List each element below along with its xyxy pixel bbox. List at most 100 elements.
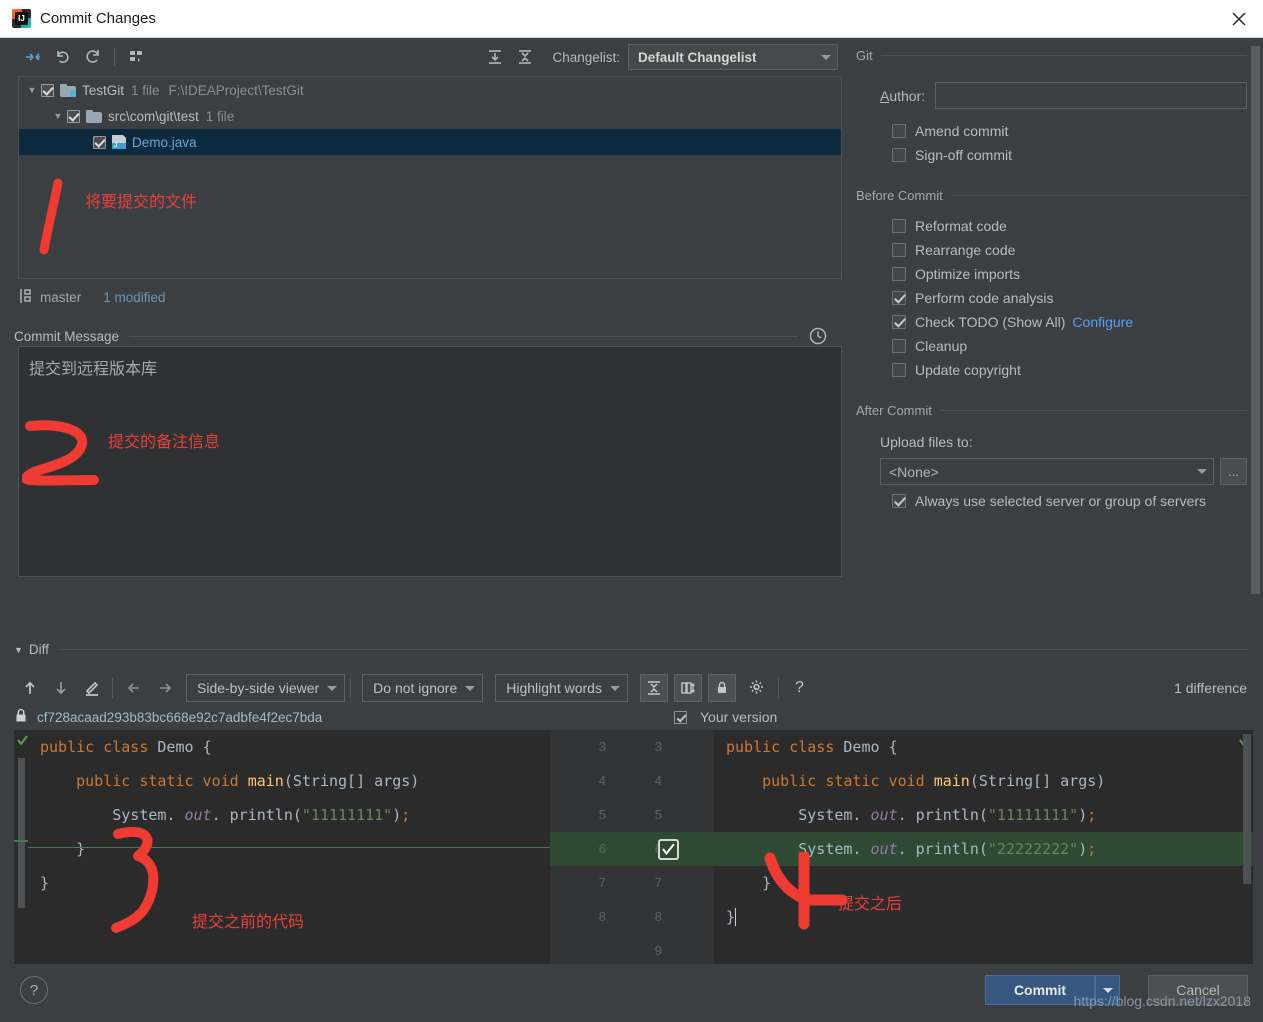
- diff-version-bar: cf728acaad293b83bc668e92c7adbfe4f2ec7bda…: [14, 704, 1253, 730]
- commit-message-input[interactable]: 提交到远程版本库: [18, 346, 842, 577]
- chevron-down-icon: [1102, 987, 1113, 993]
- new-line-number: 9: [654, 943, 662, 958]
- line-number-row: 44: [550, 764, 714, 798]
- signoff-commit-option[interactable]: Sign-off commit: [892, 147, 1247, 163]
- reformat-code-option[interactable]: Reformat code: [892, 218, 1247, 234]
- next-difference-icon[interactable]: [45, 673, 76, 703]
- chevron-down-icon[interactable]: ▼: [14, 645, 23, 655]
- show-diff-icon[interactable]: [18, 43, 48, 71]
- line-number-row: 9: [550, 934, 714, 968]
- diff-settings-gear-icon[interactable]: [742, 673, 773, 703]
- changes-pane: Changelist: Default Changelist ▼ TestGit…: [0, 38, 846, 604]
- commit-message-title: Commit Message: [14, 328, 120, 344]
- changelist-dropdown[interactable]: Default Changelist: [628, 44, 838, 70]
- chevron-down-icon[interactable]: ▼: [23, 85, 41, 95]
- cleanup-checkbox[interactable]: [892, 339, 906, 353]
- browse-server-button[interactable]: ...: [1220, 458, 1247, 485]
- tree-item-label: src\com\git\test: [108, 108, 199, 124]
- code-line: }: [726, 908, 737, 926]
- cleanup-option[interactable]: Cleanup: [892, 338, 1247, 354]
- check-todo-checkbox[interactable]: [892, 315, 906, 329]
- your-version-checkbox[interactable]: [674, 710, 687, 724]
- read-only-lock-icon[interactable]: [707, 674, 736, 702]
- left-editor-scrollbar-thumb[interactable]: [18, 758, 25, 908]
- perform-code-analysis-option[interactable]: Perform code analysis: [892, 290, 1247, 306]
- options-scrollbar[interactable]: [1251, 46, 1260, 598]
- apply-left-icon[interactable]: [118, 673, 149, 703]
- expand-all-icon[interactable]: [480, 43, 510, 71]
- group-by-icon[interactable]: [121, 43, 151, 71]
- window-title-bar: IJ Commit Changes: [0, 0, 1263, 38]
- ignore-mode-dropdown[interactable]: Do not ignore: [362, 674, 484, 702]
- viewer-mode-dropdown[interactable]: Side-by-side viewer: [186, 674, 346, 702]
- history-clock-icon[interactable]: [808, 326, 828, 346]
- check-todo-option[interactable]: Check TODO (Show All) Configure: [892, 314, 1247, 330]
- diff-left-editor[interactable]: public class Demo { public static void m…: [14, 730, 550, 998]
- amend-commit-checkbox[interactable]: [892, 124, 906, 138]
- reformat-code-checkbox[interactable]: [892, 219, 906, 233]
- changelist-group: Changelist: Default Changelist: [480, 43, 846, 71]
- amend-commit-option[interactable]: Amend commit: [892, 123, 1247, 139]
- collapse-all-icon[interactable]: [510, 43, 540, 71]
- always-use-server-checkbox[interactable]: [892, 494, 906, 508]
- diff-right-editor[interactable]: public class Demo { public static void m…: [714, 730, 1253, 998]
- always-use-server-label: Always use selected server or group of s…: [915, 493, 1207, 509]
- right-editor-vscrollbar[interactable]: [1243, 734, 1251, 884]
- changed-files-tree[interactable]: ▼ TestGit 1 file F:\IDEAProject\TestGit …: [18, 76, 842, 279]
- highlight-mode-dropdown[interactable]: Highlight words: [495, 674, 628, 702]
- old-line-number: 6: [598, 841, 606, 856]
- code-line: System. out. println("22222222");: [714, 832, 1253, 866]
- close-icon[interactable]: [1215, 0, 1263, 38]
- optimize-imports-checkbox[interactable]: [892, 267, 906, 281]
- signoff-commit-checkbox[interactable]: [892, 148, 906, 162]
- code-line: }: [40, 874, 50, 892]
- help-button[interactable]: ?: [20, 976, 48, 1004]
- update-copyright-checkbox[interactable]: [892, 363, 906, 377]
- accept-change-checkbox[interactable]: [658, 839, 679, 860]
- annotation-label-1: 将要提交的文件: [85, 192, 198, 211]
- apply-right-icon[interactable]: [149, 673, 180, 703]
- synchronize-scrolling-icon[interactable]: [673, 674, 702, 702]
- perform-code-analysis-label: Perform code analysis: [915, 290, 1054, 306]
- edit-source-icon[interactable]: [76, 673, 107, 703]
- divider: [939, 410, 1247, 411]
- tree-row[interactable]: ▼ src\com\git\test 1 file: [19, 103, 841, 129]
- help-question-icon[interactable]: ?: [784, 673, 815, 703]
- tree-checkbox[interactable]: [67, 109, 80, 123]
- refresh-icon[interactable]: [78, 43, 108, 71]
- tree-checkbox[interactable]: [93, 135, 106, 149]
- update-copyright-option[interactable]: Update copyright: [892, 362, 1247, 378]
- before-commit-group-header: Before Commit: [856, 188, 1247, 203]
- scrollbar-thumb[interactable]: [1251, 46, 1260, 594]
- collapse-unchanged-icon[interactable]: [639, 674, 668, 702]
- branch-bar: master 1 modified: [18, 288, 166, 307]
- line-number-row: 77: [550, 866, 714, 900]
- optimize-imports-option[interactable]: Optimize imports: [892, 266, 1247, 282]
- code-line: System. out. println("11111111");: [40, 806, 411, 824]
- perform-code-analysis-checkbox[interactable]: [892, 291, 906, 305]
- revision-hash: cf728acaad293b83bc668e92c7adbfe4f2ec7bda: [37, 709, 323, 725]
- project-folder-icon: [60, 83, 76, 97]
- upload-files-label: Upload files to:: [880, 434, 973, 450]
- tree-row[interactable]: ▼ TestGit 1 file F:\IDEAProject\TestGit: [19, 77, 841, 103]
- annotation-label-2: 提交的备注信息: [108, 432, 221, 451]
- configure-link[interactable]: Configure: [1072, 314, 1133, 330]
- chevron-down-icon[interactable]: ▼: [49, 111, 67, 121]
- upload-server-dropdown[interactable]: <None>: [880, 458, 1214, 485]
- diff-section-header[interactable]: ▼ Diff: [14, 642, 1249, 657]
- author-field[interactable]: [935, 82, 1247, 109]
- after-commit-group-header: After Commit: [856, 403, 1247, 418]
- revert-icon[interactable]: [48, 43, 78, 71]
- always-use-server-option[interactable]: Always use selected server or group of s…: [892, 493, 1247, 509]
- rearrange-code-option[interactable]: Rearrange code: [892, 242, 1247, 258]
- annotation-label-3: 提交之前的代码: [192, 912, 305, 931]
- modified-count[interactable]: 1 modified: [103, 290, 165, 305]
- new-line-number: 8: [654, 909, 662, 924]
- no-problems-check-icon: [17, 732, 28, 750]
- rearrange-code-checkbox[interactable]: [892, 243, 906, 257]
- tree-row[interactable]: J Demo.java: [19, 129, 841, 155]
- new-line-number: 3: [654, 739, 662, 754]
- tree-checkbox[interactable]: [41, 83, 54, 97]
- check-todo-label: Check TODO (Show All): [915, 314, 1066, 330]
- previous-difference-icon[interactable]: [14, 673, 45, 703]
